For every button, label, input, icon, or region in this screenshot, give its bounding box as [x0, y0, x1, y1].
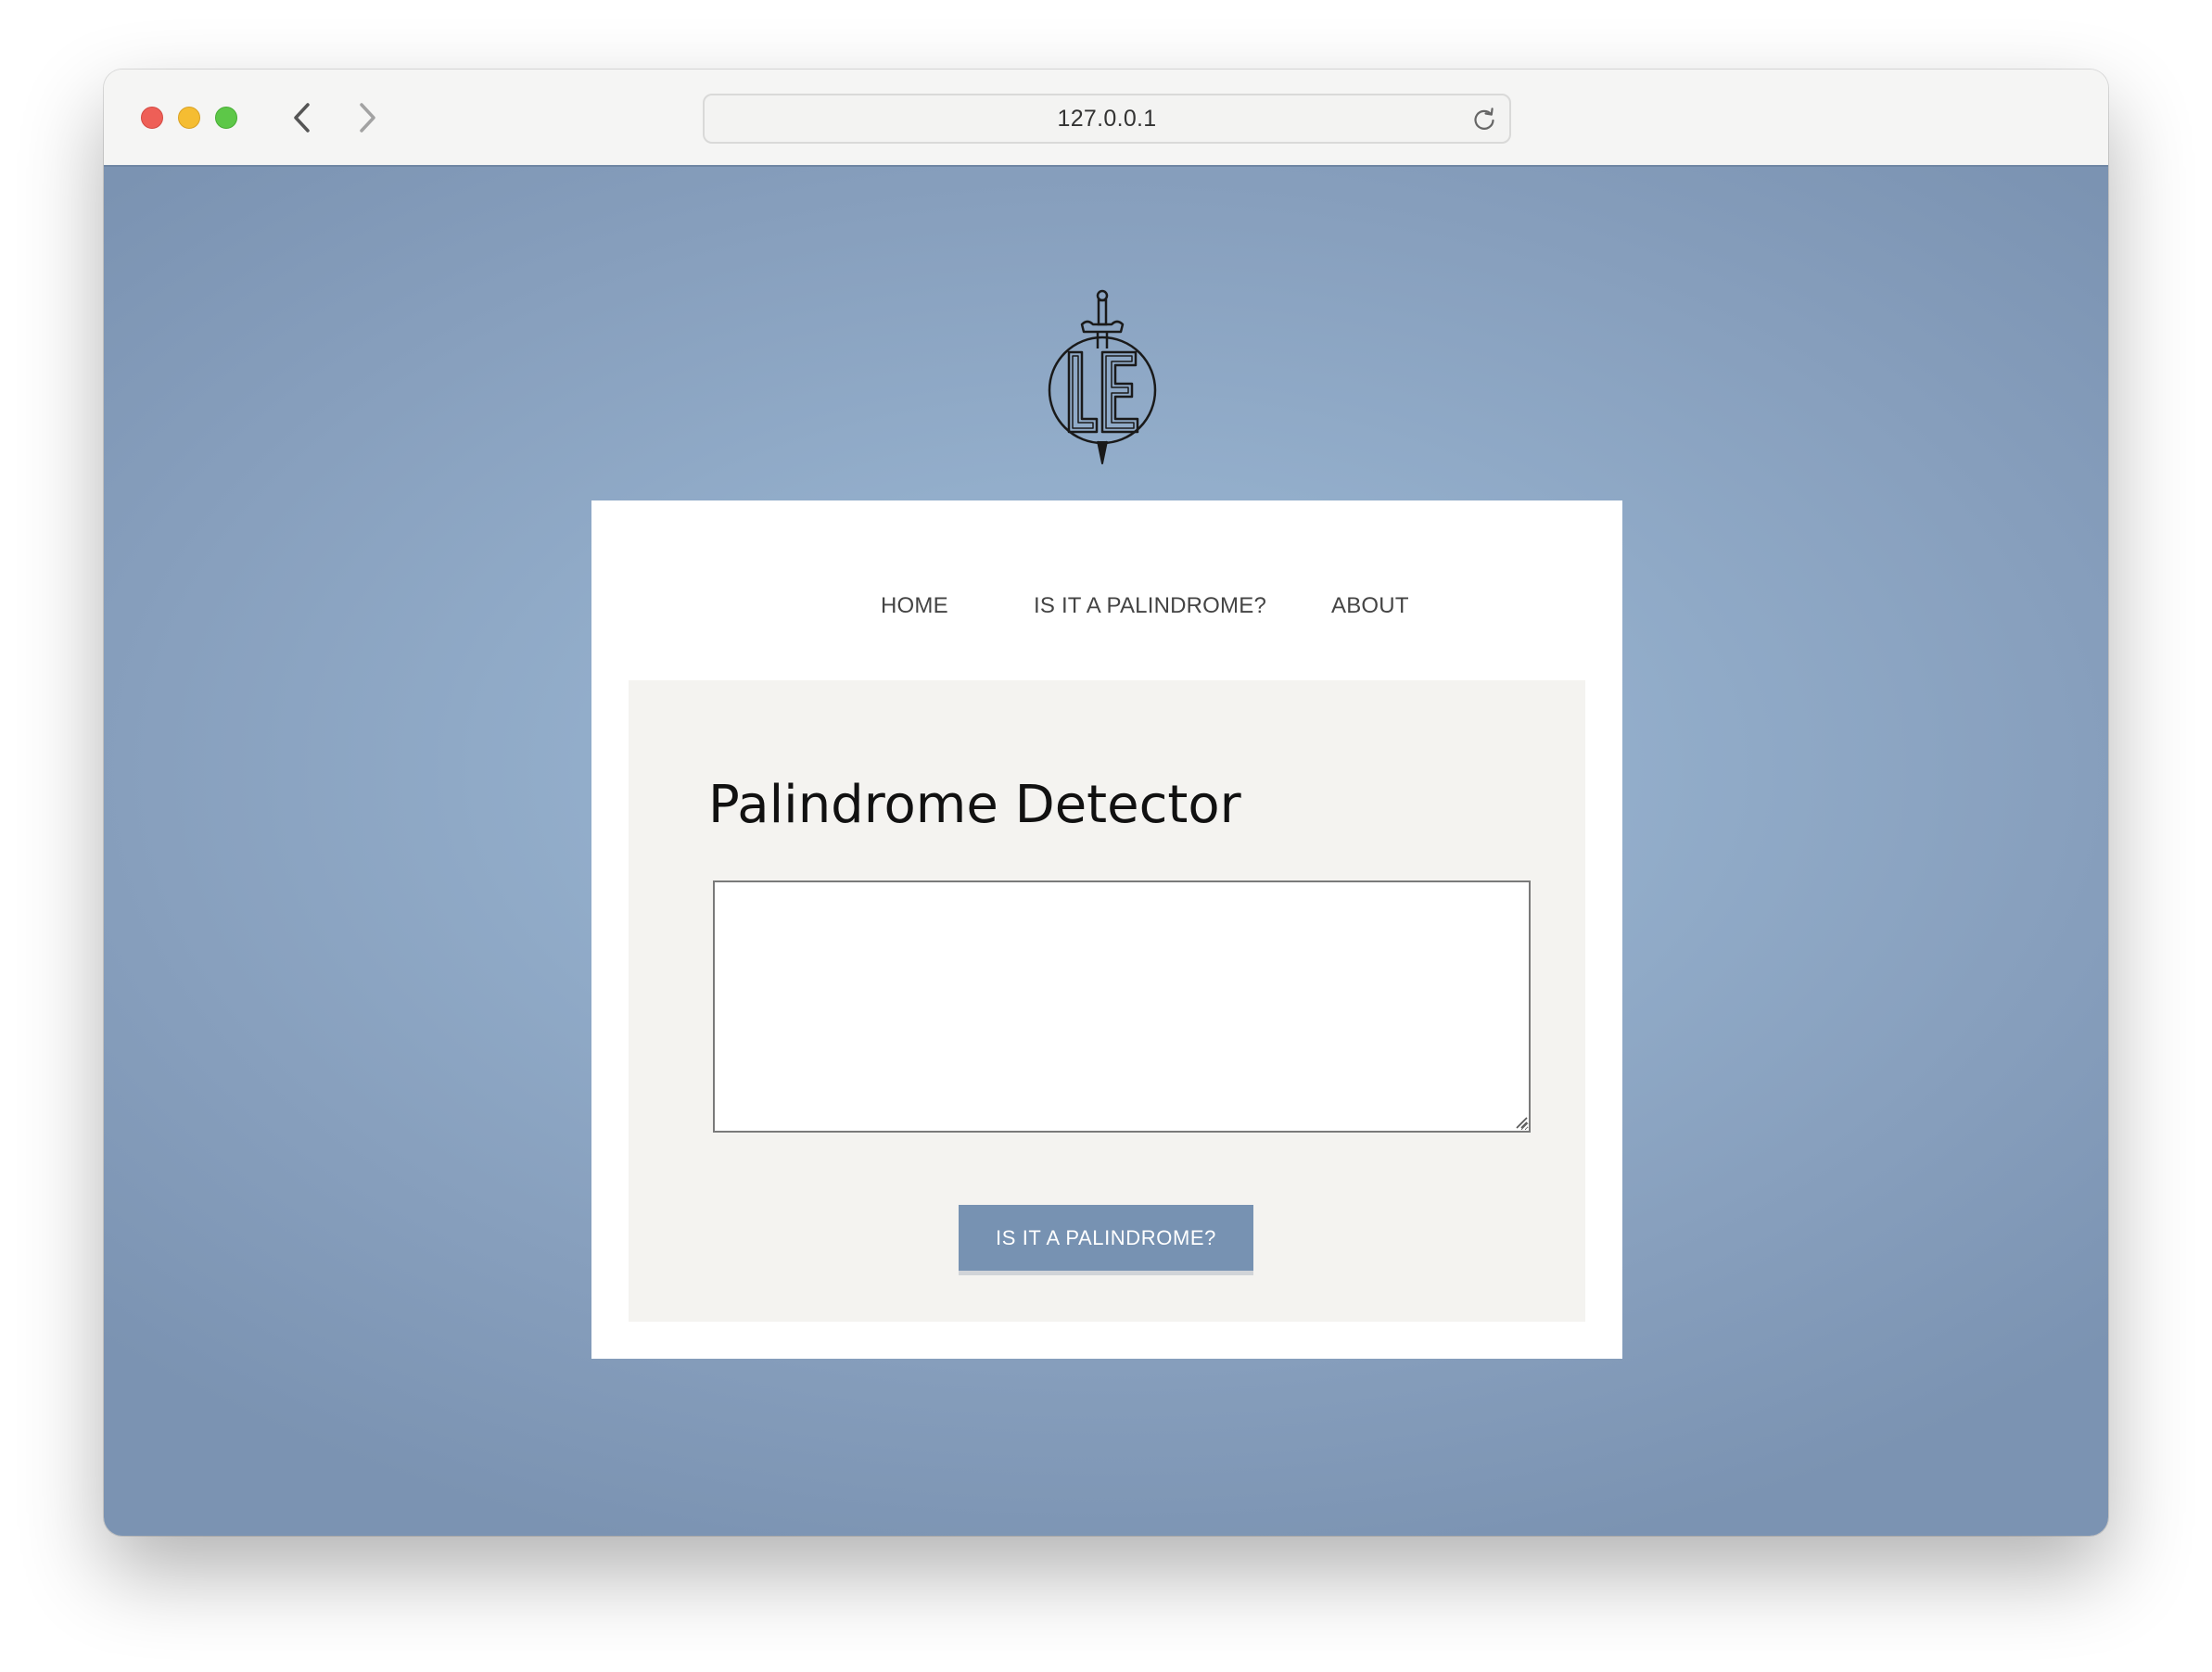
page-viewport: HOME IS IT A PALINDROME? ABOUT Palindrom… — [104, 167, 2108, 1536]
main-nav: HOME IS IT A PALINDROME? ABOUT — [591, 593, 1622, 627]
nav-palindrome-link[interactable]: IS IT A PALINDROME? — [1034, 593, 1266, 619]
reload-icon[interactable] — [1470, 106, 1498, 133]
check-palindrome-button[interactable]: IS IT A PALINDROME? — [959, 1205, 1253, 1275]
browser-toolbar: 127.0.0.1 — [104, 70, 2108, 167]
close-window-button[interactable] — [141, 107, 163, 129]
nav-about-link[interactable]: ABOUT — [1331, 593, 1409, 619]
chevron-left-icon — [294, 103, 310, 133]
url-text: 127.0.0.1 — [1057, 105, 1157, 132]
maximize-window-button[interactable] — [215, 107, 237, 129]
le-sword-logo[interactable] — [1047, 287, 1165, 469]
minimize-window-button[interactable] — [178, 107, 200, 129]
page-title: Palindrome Detector — [708, 775, 1241, 835]
content-card: HOME IS IT A PALINDROME? ABOUT Palindrom… — [591, 500, 1622, 1359]
browser-window: 127.0.0.1 HOME IS IT A PALINDROME? ABOUT… — [104, 70, 2108, 1536]
address-bar[interactable]: 127.0.0.1 — [703, 94, 1511, 144]
nav-home-link[interactable]: HOME — [881, 593, 948, 619]
palindrome-form-panel: Palindrome Detector IS IT A PALINDROME? — [629, 680, 1585, 1322]
chevron-right-icon — [360, 103, 375, 133]
back-button[interactable] — [282, 97, 323, 138]
forward-button[interactable] — [347, 97, 388, 138]
phrase-input[interactable] — [713, 880, 1531, 1133]
